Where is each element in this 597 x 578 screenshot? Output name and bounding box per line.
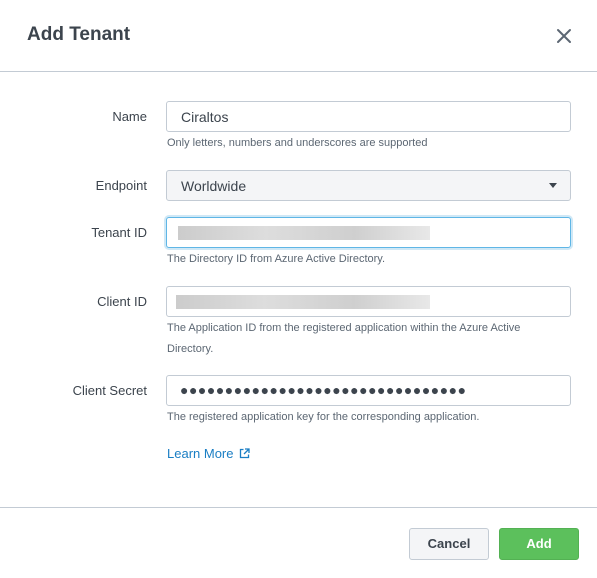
name-label: Name: [112, 109, 147, 124]
add-tenant-dialog: Add Tenant Name Ciraltos Only letters, n…: [0, 0, 597, 578]
endpoint-label: Endpoint: [95, 178, 147, 193]
close-icon[interactable]: [552, 24, 576, 48]
tenant-id-label: Tenant ID: [91, 225, 147, 240]
tenant-id-input[interactable]: [166, 217, 571, 248]
client-secret-label: Client Secret: [72, 383, 147, 398]
caret-down-icon: [549, 183, 557, 188]
dialog-header: Add Tenant: [0, 0, 597, 72]
endpoint-select-value: Worldwide: [181, 178, 247, 194]
client-id-help-text: The Application ID from the registered a…: [167, 318, 520, 360]
endpoint-select[interactable]: Worldwide: [166, 170, 571, 201]
name-help-text: Only letters, numbers and underscores ar…: [167, 137, 428, 149]
redacted-value: [176, 295, 430, 309]
client-id-help-line1: The Application ID from the registered a…: [167, 322, 521, 334]
redacted-value: [178, 226, 430, 240]
client-secret-masked-value: ●●●●●●●●●●●●●●●●●●●●●●●●●●●●●●●●: [180, 382, 467, 398]
add-button[interactable]: Add: [499, 528, 579, 560]
client-id-input[interactable]: [166, 286, 571, 317]
client-id-help-line2: Directory.: [167, 343, 214, 355]
name-input[interactable]: Ciraltos: [166, 101, 571, 132]
client-id-label: Client ID: [97, 294, 147, 309]
client-secret-help-text: The registered application key for the c…: [167, 411, 480, 423]
client-secret-input[interactable]: ●●●●●●●●●●●●●●●●●●●●●●●●●●●●●●●●: [166, 375, 571, 406]
name-input-value: Ciraltos: [181, 109, 229, 125]
learn-more-label: Learn More: [167, 446, 234, 461]
external-link-icon: [239, 448, 250, 459]
cancel-button[interactable]: Cancel: [409, 528, 489, 560]
dialog-title: Add Tenant: [27, 24, 131, 45]
tenant-id-help-text: The Directory ID from Azure Active Direc…: [167, 253, 386, 265]
learn-more-link[interactable]: Learn More: [167, 446, 250, 461]
